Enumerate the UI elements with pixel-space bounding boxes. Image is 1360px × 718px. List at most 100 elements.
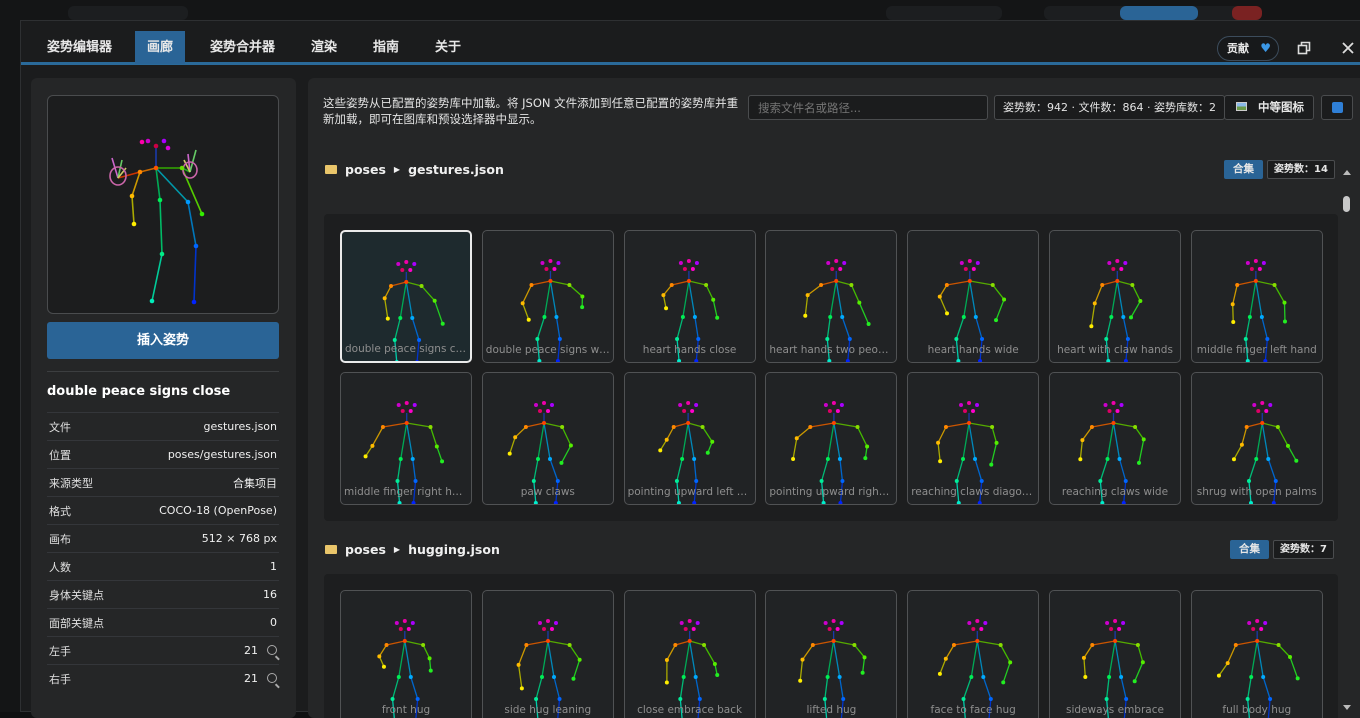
tab-gallery[interactable]: 画廊 xyxy=(135,31,185,64)
pose-thumbnail xyxy=(908,591,1039,718)
pose-card[interactable]: middle finger right hand xyxy=(340,372,472,505)
insert-pose-button[interactable]: 插入姿势 xyxy=(47,322,279,359)
pose-grid: double peace signs cl... double peace sig… xyxy=(324,214,1338,521)
group-header[interactable]: poses ▶ gestures.json xyxy=(325,159,504,179)
pose-card-label: face to face hug xyxy=(911,704,1035,716)
info-row: 位置 poses/gestures.json xyxy=(47,440,279,468)
pose-preview xyxy=(47,95,279,314)
info-key: 位置 xyxy=(49,447,71,463)
zoom-icon[interactable] xyxy=(267,645,277,655)
library-stats: 姿势数：942 · 文件数：864 · 姿势库数：2 xyxy=(994,95,1225,120)
folder-icon xyxy=(325,165,337,174)
scrollbar[interactable] xyxy=(1341,166,1353,714)
refresh-icon xyxy=(1332,102,1343,113)
zoom-icon[interactable] xyxy=(267,673,277,683)
pose-card[interactable]: pointing upward right ... xyxy=(765,372,897,505)
close-icon[interactable] xyxy=(1341,41,1355,55)
info-value: 21 xyxy=(244,672,258,685)
pose-card[interactable]: middle finger left hand xyxy=(1191,230,1323,363)
backdrop-bar xyxy=(886,6,1002,20)
info-key: 文件 xyxy=(49,419,71,435)
pose-count-badge: 姿势数：14 xyxy=(1267,160,1335,179)
info-key: 格式 xyxy=(49,503,71,519)
pose-card[interactable]: sideways embrace xyxy=(1049,590,1181,718)
info-row: 格式 COCO-18 (OpenPose) xyxy=(47,496,279,524)
tab-render[interactable]: 渲染 xyxy=(299,31,349,64)
pose-card-label: heart hands close xyxy=(628,344,752,356)
pose-card[interactable]: front hug xyxy=(340,590,472,718)
pose-card[interactable]: close embrace back xyxy=(624,590,756,718)
pose-card[interactable]: lifted hug xyxy=(765,590,897,718)
refresh-button[interactable] xyxy=(1321,95,1353,120)
pose-card-label: side hug leaning xyxy=(486,704,610,716)
pose-card[interactable]: reaching claws wide xyxy=(1049,372,1181,505)
pose-card-label: middle finger left hand xyxy=(1195,344,1319,356)
gallery-description: 这些姿势从已配置的姿势库中加载。将 JSON 文件添加到任意已配置的姿势库并重新… xyxy=(323,95,743,127)
pose-card[interactable]: double peace signs cl... xyxy=(340,230,472,363)
pose-card-label: double peace signs cl... xyxy=(345,343,467,355)
pose-card-label: heart with claw hands xyxy=(1053,344,1177,356)
group-root: poses xyxy=(345,162,386,177)
info-row: 右手21 xyxy=(47,664,279,692)
info-row: 身体关键点16 xyxy=(47,580,279,608)
gallery-main: 这些姿势从已配置的姿势库中加载。将 JSON 文件添加到任意已配置的姿势库并重新… xyxy=(308,78,1360,718)
pose-card-label: shrug with open palms xyxy=(1195,486,1319,498)
pose-card[interactable]: heart hands close xyxy=(624,230,756,363)
breadcrumb-arrow-icon: ▶ xyxy=(394,545,400,554)
tab-about[interactable]: 关于 xyxy=(423,31,473,64)
pose-details-sidebar: 插入姿势 double peace signs close 文件gestures… xyxy=(31,78,296,718)
icon-size-button[interactable]: 中等图标 xyxy=(1224,95,1314,120)
donate-button[interactable]: 贡献 ♥ xyxy=(1217,36,1279,61)
info-row: 画布512 × 768 px xyxy=(47,524,279,552)
pose-card-label: front hug xyxy=(344,704,468,716)
pose-grid: front hug side hug leaning close embrace b… xyxy=(324,574,1338,718)
pose-preview-skeleton xyxy=(48,96,278,313)
pose-card-label: reaching claws wide xyxy=(1053,486,1177,498)
pose-card[interactable]: face to face hug xyxy=(907,590,1039,718)
info-value: poses/gestures.json xyxy=(168,448,277,461)
donate-label: 贡献 xyxy=(1227,42,1249,55)
info-row: 面部关键点0 xyxy=(47,608,279,636)
tab-guide[interactable]: 指南 xyxy=(361,31,411,64)
info-key: 面部关键点 xyxy=(49,615,104,631)
pose-card[interactable]: heart hands two people xyxy=(765,230,897,363)
pose-card[interactable]: full body hug xyxy=(1191,590,1323,718)
restore-window-icon[interactable] xyxy=(1297,41,1311,55)
info-value: 合集项目 xyxy=(233,475,277,491)
pose-thumbnail xyxy=(341,591,472,718)
info-key: 画布 xyxy=(49,531,71,547)
group-root: poses xyxy=(345,542,386,557)
pose-card-label: middle finger right hand xyxy=(344,486,468,498)
info-key: 左手 xyxy=(49,643,71,659)
pose-card[interactable]: double peace signs wi... xyxy=(482,230,614,363)
info-row: 人数1 xyxy=(47,552,279,580)
info-key: 来源类型 xyxy=(49,475,93,491)
pose-count-badge: 姿势数：7 xyxy=(1273,540,1334,559)
pose-card-label: lifted hug xyxy=(769,704,893,716)
scrollbar-thumb[interactable] xyxy=(1343,196,1350,212)
tab-pose-merger[interactable]: 姿势合并器 xyxy=(198,31,287,64)
pose-card[interactable]: heart hands wide xyxy=(907,230,1039,363)
group-header[interactable]: poses ▶ hugging.json xyxy=(325,539,500,559)
pose-card[interactable]: heart with claw hands xyxy=(1049,230,1181,363)
pose-card-label: close embrace back xyxy=(628,704,752,716)
search-input[interactable] xyxy=(748,95,988,120)
info-value: COCO-18 (OpenPose) xyxy=(159,504,277,517)
collection-badge: 合集 xyxy=(1224,160,1263,179)
pose-card-label: heart hands two people xyxy=(769,344,893,356)
pose-gallery-dialog: 姿势编辑器 画廊 姿势合并器 渲染 指南 关于 贡献 ♥ xyxy=(20,20,1360,712)
pose-card[interactable]: side hug leaning xyxy=(482,590,614,718)
pose-card-label: heart hands wide xyxy=(911,344,1035,356)
pose-card[interactable]: paw claws xyxy=(482,372,614,505)
pose-card-label: full body hug xyxy=(1195,704,1319,716)
tab-bar: 姿势编辑器 画廊 姿势合并器 渲染 指南 关于 贡献 ♥ xyxy=(21,21,1360,65)
pose-card[interactable]: shrug with open palms xyxy=(1191,372,1323,505)
heart-icon: ♥ xyxy=(1260,37,1271,60)
scrollbar-arrows xyxy=(1341,166,1353,714)
pose-thumbnail xyxy=(1192,591,1323,718)
pose-card-label: sideways embrace xyxy=(1053,704,1177,716)
pose-card[interactable]: reaching claws diagonal xyxy=(907,372,1039,505)
pose-card[interactable]: pointing upward left h... xyxy=(624,372,756,505)
tab-pose-editor[interactable]: 姿势编辑器 xyxy=(35,31,124,64)
group-file: gestures.json xyxy=(408,162,504,177)
